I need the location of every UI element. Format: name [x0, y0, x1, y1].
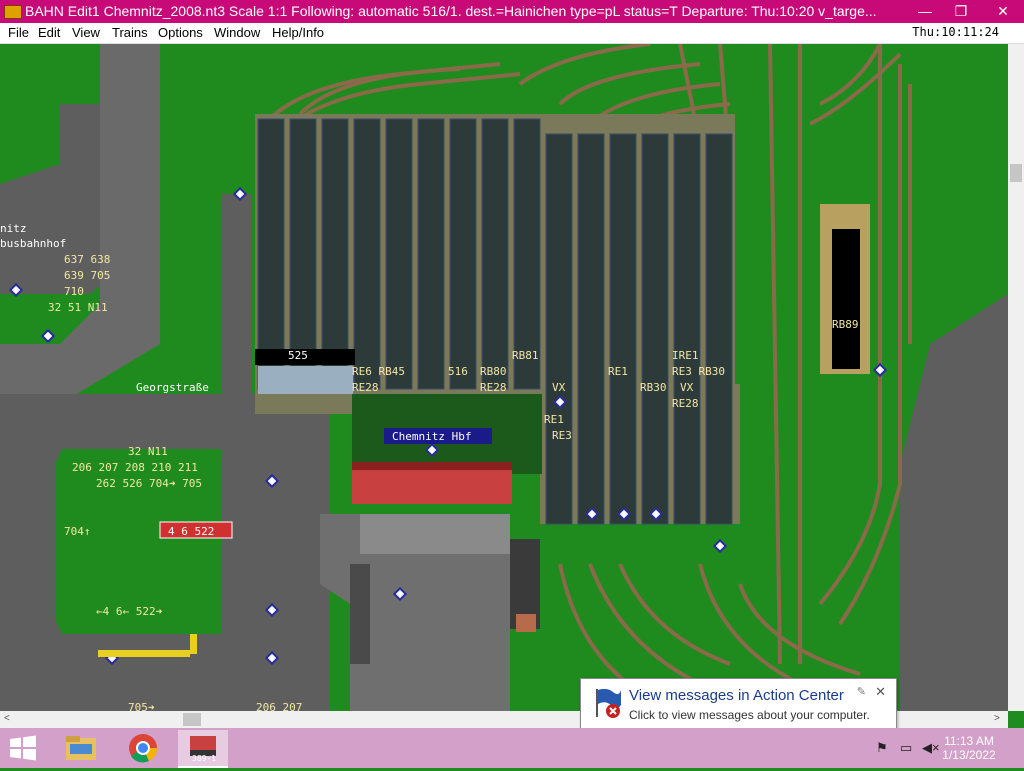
platform-label-re6-rb45: RE6 RB45 [352, 365, 405, 378]
busbahnhof-label-1: nitz [0, 222, 27, 235]
windows-start-icon[interactable] [8, 735, 38, 761]
platform-label-re1-a: RE1 [544, 413, 564, 426]
platform-label-re3-rb30: RE3 RB30 [672, 365, 725, 378]
bottom-lines-left: 705➜ [128, 701, 155, 711]
platform-label-vx-a: VX [552, 381, 566, 394]
system-date: 1/13/2022 [942, 748, 996, 762]
menu-options[interactable]: Options [158, 25, 203, 40]
toast-title[interactable]: View messages in Action Center [629, 687, 844, 704]
bahn-app-icon[interactable] [4, 5, 22, 19]
chrome-icon[interactable] [118, 730, 168, 766]
platform-label-516: 516 [448, 365, 468, 378]
platform-label-rb80: RB80 [480, 365, 507, 378]
platform-label-re3-a: RE3 [552, 429, 572, 442]
menu-bar: File Edit View Trains Options Window Hel… [0, 23, 1024, 44]
arrows-line-label: ←4 6← 522➜ [96, 605, 163, 618]
pin-icon[interactable]: ✎ [857, 685, 866, 698]
station-name: Chemnitz Hbf [392, 430, 471, 443]
platform-label-re28-c: RE28 [672, 397, 699, 410]
menu-edit[interactable]: Edit [38, 25, 60, 40]
scroll-left-icon[interactable]: < [4, 713, 10, 724]
file-explorer-icon[interactable] [56, 730, 106, 766]
bottom-lines-right: 206 207 [256, 701, 302, 711]
close-button[interactable]: ✕ [988, 0, 1018, 23]
central-lines-2: 206 207 208 210 211 [72, 461, 198, 474]
title-bar: BAHN Edit1 Chemnitz_2008.nt3 Scale 1:1 F… [0, 0, 1024, 23]
railway-map[interactable]: nitz busbahnhof 637 638 639 705 710 32 5… [0, 44, 1008, 711]
black-sign-label: 525 [288, 349, 308, 362]
system-clock[interactable]: 11:13 AM 1/13/2022 [934, 734, 1004, 762]
central-lines-1: 32 N11 [128, 445, 168, 458]
bus-line-left-bottom: 32 51 N11 [48, 301, 108, 314]
taskbar: 389-1 ⚑ ▭ ◀× 11:13 AM 1/13/2022 [0, 728, 1024, 768]
central-lines-3: 262 526 704➜ 705 [96, 477, 202, 490]
bahn-taskbar-icon[interactable]: 389-1 [178, 730, 228, 768]
rb89-label: RB89 [832, 318, 859, 331]
maximize-button[interactable]: ❐ [946, 0, 976, 23]
sim-clock: Thu:10:11:24 [912, 25, 999, 39]
toast-close-icon[interactable]: ✕ [875, 684, 886, 700]
minimize-button[interactable]: — [910, 0, 940, 23]
bus-lines-left-2: 639 705 [64, 269, 110, 282]
horizontal-scroll-thumb[interactable] [183, 713, 201, 726]
platform-label-vx-b: VX [680, 381, 694, 394]
busbahnhof-label-2: busbahnhof [0, 237, 66, 250]
bus-lines-left-1: 637 638 [64, 253, 110, 266]
platform-label-re1-b: RE1 [608, 365, 628, 378]
network-icon[interactable]: ▭ [900, 740, 916, 756]
menu-help-info[interactable]: Help/Info [272, 25, 324, 40]
flag-icon [596, 688, 621, 718]
bus-lines-left-3: 710 [64, 285, 84, 298]
platform-label-rb81: RB81 [512, 349, 539, 362]
menu-view[interactable]: View [72, 25, 100, 40]
street-label: Georgstraße [136, 381, 209, 394]
line-704-label: 704↑ [64, 525, 91, 538]
platform-label-rb30: RB30 [640, 381, 667, 394]
bahn-taskbar-label: 389-1 [192, 754, 217, 763]
menu-window[interactable]: Window [214, 25, 260, 40]
system-time: 11:13 AM [944, 734, 994, 748]
action-center-icon[interactable]: ⚑ [876, 740, 892, 756]
platform-label-ire1: IRE1 [672, 349, 699, 362]
scroll-right-icon[interactable]: > [994, 713, 1000, 724]
menu-file[interactable]: File [8, 25, 29, 40]
menu-trains[interactable]: Trains [112, 25, 148, 40]
action-center-toast[interactable]: View messages in Action Center Click to … [580, 678, 897, 730]
vertical-scroll-thumb[interactable] [1010, 164, 1022, 182]
platform-label-re28-a: RE28 [352, 381, 379, 394]
vertical-scrollbar[interactable] [1008, 44, 1024, 711]
toast-body: Click to view messages about your comput… [629, 708, 870, 722]
window-title: BAHN Edit1 Chemnitz_2008.nt3 Scale 1:1 F… [25, 3, 877, 19]
red-sign-label: 4 6 522 [168, 525, 214, 538]
platform-label-re28-b: RE28 [480, 381, 507, 394]
